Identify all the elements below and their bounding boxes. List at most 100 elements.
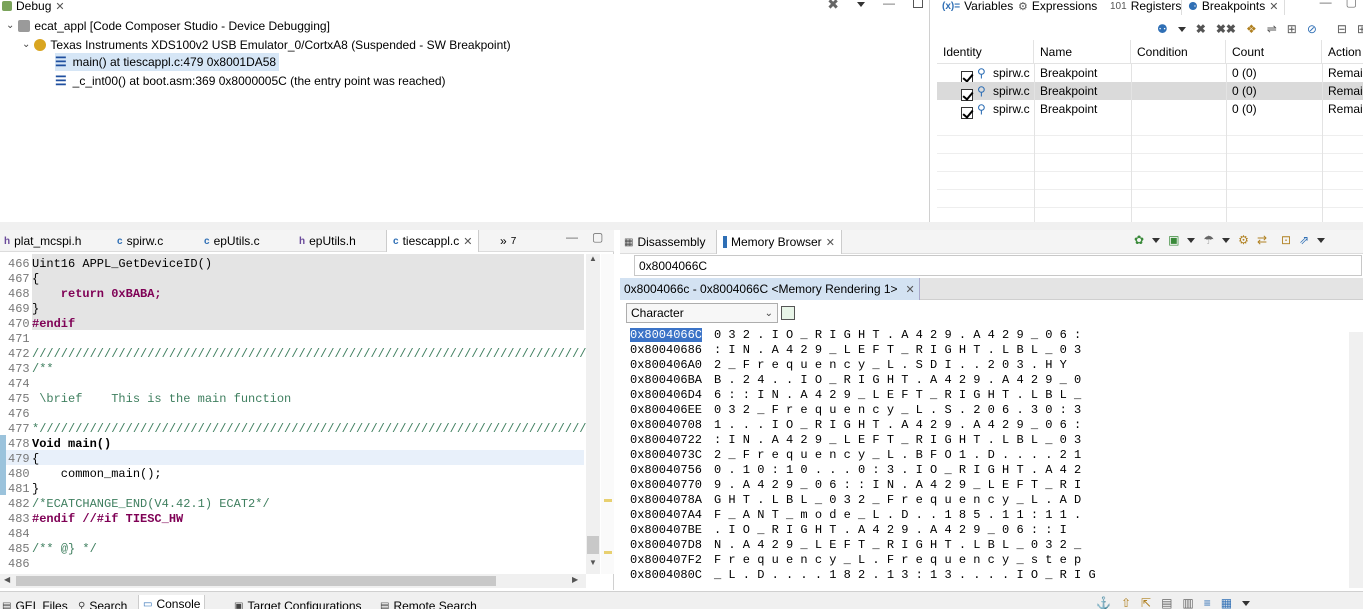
column-header-name[interactable]: Name [1034,40,1131,64]
column-header-count[interactable]: Count [1226,40,1322,64]
view-menu-icon[interactable] [1242,601,1251,606]
minimize-icon[interactable]: — [883,0,895,13]
table-row[interactable]: ⚲ spirw.c Breakpoint 0 (0) Remain [937,100,1363,119]
tab-plat-mcspi-h[interactable]: h plat_mcspi.h [4,232,81,250]
chart-icon[interactable]: ▣ [1168,233,1179,247]
scroll-down-arrow-icon[interactable]: ▼ [589,558,597,567]
new-breakpoint-icon[interactable]: ⚉ [1157,22,1168,36]
scroll-right-arrow-icon[interactable]: ▶ [572,575,578,584]
tab-label: tiescappl.c [402,234,460,248]
remote-search-icon: ▤ [380,600,390,609]
name-cell: Breakpoint [1040,84,1098,98]
chevron-down-icon[interactable] [1222,237,1231,243]
expand-icon[interactable]: ⊞ [1287,22,1297,36]
tab-target-configurations[interactable]: ▣ Target Configurations [234,597,362,609]
right-top-tabbar: (x)= Variables ⚙ Expressions 101 Registe… [937,0,1363,16]
horizontal-scrollbar[interactable]: ◀ ▶ [0,574,586,588]
memory-scrollbar[interactable] [1349,332,1363,588]
table-header: Identity Name Condition Count Action [937,40,1363,64]
maximize-icon[interactable] [913,0,923,8]
variables-icon: (x)= [942,0,961,12]
close-icon[interactable]: ✕ [55,0,64,13]
remove-terminated-icon[interactable]: ✖ [827,0,839,13]
tab-remote-search[interactable]: ▤ Remote Search [380,597,477,609]
remove-all-icon[interactable]: ✖✖ [1216,22,1236,36]
pin-icon[interactable]: ⇗ [1299,233,1309,247]
chevron-down-icon[interactable] [1152,237,1161,243]
maximize-icon[interactable]: ▢ [592,230,603,244]
registers-icon: 101 [1110,0,1127,12]
chevron-down-icon[interactable] [1177,26,1186,32]
collapse-icon[interactable]: ⊟ [1337,22,1347,36]
maximize-icon[interactable]: ▢ [1346,0,1357,9]
tab-memory-rendering[interactable]: 0x8004066c - 0x8004066C <Memory Renderin… [620,278,920,300]
stack-frame-c-int00[interactable]: ☰ _c_int00() at boot.asm:369 0x8000005C … [55,72,446,90]
open-console-icon[interactable]: ▦ [1221,596,1232,609]
tab-gel-files[interactable]: ▤ GEL Files [2,597,68,609]
table-row[interactable]: ⚲ spirw.c Breakpoint 0 (0) Remain [937,82,1363,101]
c-file-icon: c [204,235,210,247]
tab-disassembly[interactable]: ▦ Disassembly [624,233,705,251]
tab-memory-browser[interactable]: Memory Browser ✕ [716,230,842,254]
code-line: 476 [8,407,30,421]
code-line: 475 \brief This is the main function [8,392,292,406]
tab-eputils-h[interactable]: h epUtils.h [299,232,356,250]
new-view-icon[interactable]: ⊡ [1281,233,1291,247]
chevron-down-icon[interactable]: ⌄ [22,36,30,54]
remove-breakpoint-icon[interactable]: ✖ [1196,22,1206,36]
debug-tab[interactable]: Debug ✕ [2,0,65,15]
group-breakpoints-icon[interactable]: ❖ [1246,22,1257,36]
link-icon[interactable]: ⇌ [1267,22,1277,36]
column-header-identity[interactable]: Identity [937,40,1034,64]
view-menu-icon[interactable] [857,2,865,7]
vertical-scrollbar[interactable]: ▲ ▼ [586,254,600,574]
expand-all-icon[interactable]: ⊞ [1357,22,1363,36]
scroll-lock-icon[interactable]: ⇱ [1141,596,1151,609]
tab-spirw-c[interactable]: c spirw.c [117,232,163,250]
close-icon[interactable]: ✕ [463,235,472,248]
import-icon[interactable]: ⚙ [1238,233,1249,247]
tab-search[interactable]: ⚲ Search [78,597,127,609]
view-menu-icon[interactable] [1317,237,1326,243]
connect-icon[interactable]: ☂ [1203,233,1214,247]
breakpoints-table: Identity Name Condition Count Action ⚲ s… [937,40,1363,222]
minimize-icon[interactable]: — [1320,0,1332,9]
skip-breakpoints-icon[interactable]: ⊘ [1307,22,1317,36]
session-node[interactable]: ⌄ ecat_appl [Code Composer Studio - Devi… [6,17,330,35]
scroll-left-arrow-icon[interactable]: ◀ [4,575,10,584]
stack-frame-main[interactable]: ☰ main() at tiescappl.c:479 0x8001DA58 [55,53,280,71]
format-select[interactable]: Character ⌄ [626,303,778,323]
table-row[interactable]: ⚲ spirw.c Breakpoint 0 (0) Remain [937,64,1363,83]
pin-icon[interactable]: ⚓ [1096,596,1111,609]
word-wrap-icon[interactable]: ≡ [1204,596,1211,609]
scroll-thumb[interactable] [16,576,496,586]
export-icon[interactable]: ⇄ [1257,233,1267,247]
target-node[interactable]: ⌄ Texas Instruments XDS100v2 USB Emulato… [22,36,511,54]
tab-breakpoints[interactable]: ⚈ Breakpoints ✕ [1181,0,1286,15]
clear-icon[interactable]: ▥ [1182,596,1193,609]
tab-eputils-c[interactable]: c epUtils.c [204,232,260,250]
column-header-action[interactable]: Action [1322,40,1363,64]
scroll-up-arrow-icon[interactable]: ▲ [586,254,600,263]
graph-icon[interactable] [781,306,795,320]
tab-console[interactable]: ▭ Console [138,595,206,609]
chevron-down-icon[interactable] [1187,237,1196,243]
code-view[interactable]: 466 Uint16 APPL_GetDeviceID() 467{ 468 re… [0,254,586,574]
tab-expressions[interactable]: ⚙ Expressions [1018,0,1097,15]
close-icon[interactable]: ✕ [826,236,835,249]
column-header-condition[interactable]: Condition [1131,40,1226,64]
tab-tiescappl-c[interactable]: c tiescappl.c ✕ [386,230,480,252]
display-icon[interactable]: ▤ [1161,596,1172,609]
tab-registers[interactable]: 101 Registers [1110,0,1181,15]
up-icon[interactable]: ⇧ [1121,596,1131,609]
refresh-icon[interactable]: ✿ [1134,233,1144,247]
close-icon[interactable]: ✕ [906,283,915,296]
minimize-icon[interactable]: — [566,230,578,244]
address-input[interactable] [634,255,1362,276]
tab-overflow[interactable]: » 7 [500,232,516,250]
chevron-down-icon[interactable]: ⌄ [6,17,14,35]
sash[interactable] [0,222,1363,230]
close-icon[interactable]: ✕ [1269,0,1278,13]
tab-variables[interactable]: (x)= Variables [942,0,1013,15]
scroll-thumb[interactable] [587,536,599,554]
